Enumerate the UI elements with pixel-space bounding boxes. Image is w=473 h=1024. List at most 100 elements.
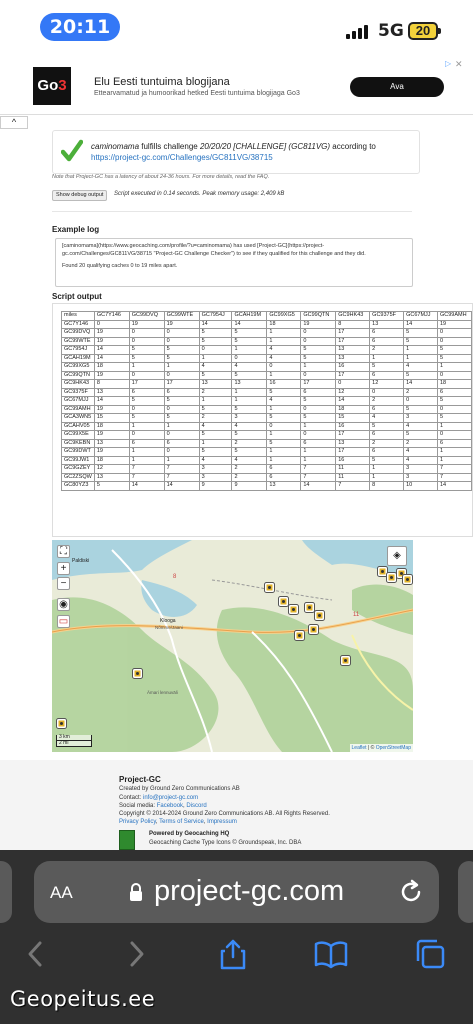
table-cell: 2 bbox=[403, 387, 438, 397]
table-row: GCAH19M 14 5 5 1 0 4 5 13 1 1 5 bbox=[61, 353, 472, 363]
table-cell: 4 bbox=[198, 421, 233, 431]
ad-banner[interactable]: Go3 Elu Eesti tuntuima blogijana Ettearv… bbox=[0, 57, 473, 115]
locate-icon[interactable]: ◉ bbox=[57, 598, 70, 611]
table-cell: 0 bbox=[198, 345, 233, 355]
table-cell: 19 bbox=[93, 370, 130, 380]
table-cell: 5 bbox=[231, 430, 268, 440]
ad-info-icon[interactable]: ▷ bbox=[445, 59, 451, 68]
table-cell: 0 bbox=[163, 404, 200, 414]
clock[interactable]: 20:11 bbox=[40, 13, 120, 41]
table-cell: 19 bbox=[128, 319, 165, 329]
zoom-out-button[interactable]: − bbox=[57, 577, 70, 590]
table-cell: 5 bbox=[266, 387, 302, 397]
table-cell: 19 bbox=[93, 430, 130, 440]
table-cell: 5 bbox=[198, 336, 233, 346]
challenge-link[interactable]: https://project-gc.com/Challenges/GC811V… bbox=[91, 153, 273, 162]
table-row: GC99XG5 18 1 1 4 4 0 1 16 5 4 1 bbox=[61, 362, 472, 372]
forward-icon[interactable] bbox=[118, 937, 152, 971]
show-debug-button[interactable]: Show debug output bbox=[52, 190, 108, 201]
cache-marker-icon[interactable] bbox=[132, 666, 143, 684]
table-header-cell: GCAH19M bbox=[231, 311, 268, 321]
table-cell: 5 bbox=[163, 396, 200, 406]
row-label-cell: GCAHV05 bbox=[61, 421, 95, 431]
bookmarks-icon[interactable] bbox=[314, 937, 348, 971]
ruler-icon[interactable]: ▭ bbox=[57, 615, 70, 628]
table-row: GC7Y146 0 19 19 14 14 18 19 8 13 14 19 bbox=[61, 319, 472, 329]
table-cell: 7 bbox=[436, 464, 472, 474]
script-exec-info: Script executed in 0.14 seconds. Peak me… bbox=[114, 191, 285, 197]
tabs-icon[interactable] bbox=[413, 937, 447, 971]
prev-tab[interactable] bbox=[0, 861, 12, 923]
cache-marker-icon[interactable] bbox=[308, 622, 319, 640]
layers-icon[interactable]: ◈ bbox=[387, 546, 407, 566]
zoom-in-button[interactable]: + bbox=[57, 562, 70, 575]
row-label-cell: GC99AMH bbox=[61, 404, 95, 414]
share-icon[interactable] bbox=[216, 937, 250, 971]
map[interactable]: Paldiski Klooga Nõmme/Jaani Ämari lennuv… bbox=[52, 540, 413, 752]
table-cell: 13 bbox=[335, 438, 371, 448]
script-output-box[interactable]: miles GC7Y146 GC99DVQ GC99WTE GC7954J GCAH19M… bbox=[52, 303, 473, 537]
table-cell: 0 bbox=[163, 328, 200, 338]
osm-link[interactable]: OpenStreetMap bbox=[376, 745, 411, 751]
ad-close-icon[interactable]: ✕ bbox=[455, 59, 463, 70]
table-cell: 5 bbox=[436, 396, 472, 406]
table-cell: 4 bbox=[403, 421, 438, 431]
table-cell: 2 bbox=[198, 413, 233, 423]
next-tab[interactable] bbox=[458, 861, 473, 923]
table-cell: 14 bbox=[231, 319, 268, 329]
table-row: GC80YZ3 5 14 14 9 9 13 14 7 8 10 14 bbox=[61, 481, 472, 491]
cache-marker-icon[interactable] bbox=[340, 653, 351, 671]
table-cell: 17 bbox=[335, 430, 371, 440]
table-cell: 0 bbox=[300, 404, 337, 414]
script-output-heading: Script output bbox=[52, 292, 102, 301]
table-cell: 11 bbox=[335, 464, 371, 474]
table-cell: 17 bbox=[335, 447, 371, 457]
reader-aa-button[interactable]: AA bbox=[50, 877, 73, 905]
facebook-link[interactable]: Facebook bbox=[157, 803, 183, 809]
table-cell: 16 bbox=[335, 455, 371, 465]
impressum-link[interactable]: Impressum bbox=[207, 819, 237, 825]
table-cell: 0 bbox=[93, 319, 130, 329]
table-cell: 1 bbox=[300, 447, 337, 457]
leaflet-link[interactable]: Leaflet bbox=[352, 745, 367, 751]
table-cell: 0 bbox=[163, 370, 200, 380]
cache-marker-icon[interactable] bbox=[288, 602, 299, 620]
table-cell: 1 bbox=[163, 421, 200, 431]
example-log-textarea[interactable]: [caminomama](https://www.geocaching.com/… bbox=[55, 238, 413, 287]
table-cell: 8 bbox=[93, 379, 130, 389]
table-cell: 7 bbox=[128, 464, 165, 474]
fullscreen-icon[interactable]: ⛶ bbox=[57, 545, 70, 558]
address-bar[interactable]: AA project-gc.com bbox=[34, 861, 439, 923]
collapse-ad-button[interactable]: ^ bbox=[0, 116, 28, 129]
table-cell: 3 bbox=[403, 464, 438, 474]
reload-icon[interactable] bbox=[397, 878, 425, 906]
contact-email-link[interactable]: info@project-gc.com bbox=[143, 795, 198, 801]
table-header-cell: GC99XG5 bbox=[266, 311, 302, 321]
ad-open-button[interactable]: Ava bbox=[350, 77, 444, 97]
table-cell: 5 bbox=[300, 396, 337, 406]
table-cell: 4 bbox=[231, 421, 268, 431]
table-cell: 14 bbox=[335, 396, 371, 406]
table-cell: 2 bbox=[403, 438, 438, 448]
table-cell: 13 bbox=[335, 353, 371, 363]
table-cell: 10 bbox=[403, 481, 438, 491]
cache-marker-icon[interactable] bbox=[56, 716, 67, 734]
table-cell: 4 bbox=[231, 362, 268, 372]
back-icon[interactable] bbox=[20, 937, 54, 971]
table-cell: 5 bbox=[436, 353, 472, 363]
cache-marker-icon[interactable] bbox=[294, 628, 305, 646]
terms-link[interactable]: Terms of Service bbox=[159, 819, 204, 825]
table-cell: 18 bbox=[93, 455, 130, 465]
table-cell: 1 bbox=[266, 447, 302, 457]
table-cell: 8 bbox=[369, 481, 405, 491]
discord-link[interactable]: Discord bbox=[186, 803, 206, 809]
cache-marker-icon[interactable] bbox=[402, 572, 413, 590]
url-text[interactable]: project-gc.com bbox=[154, 875, 344, 908]
privacy-link[interactable]: Privacy Policy bbox=[119, 819, 156, 825]
table-cell: 0 bbox=[436, 404, 472, 414]
cache-marker-icon[interactable] bbox=[264, 580, 275, 598]
ad-logo: Go3 bbox=[33, 67, 71, 105]
footer-contact: Contact: info@project-gc.com bbox=[119, 795, 198, 801]
table-cell: 19 bbox=[93, 404, 130, 414]
table-cell: 1 bbox=[266, 404, 302, 414]
